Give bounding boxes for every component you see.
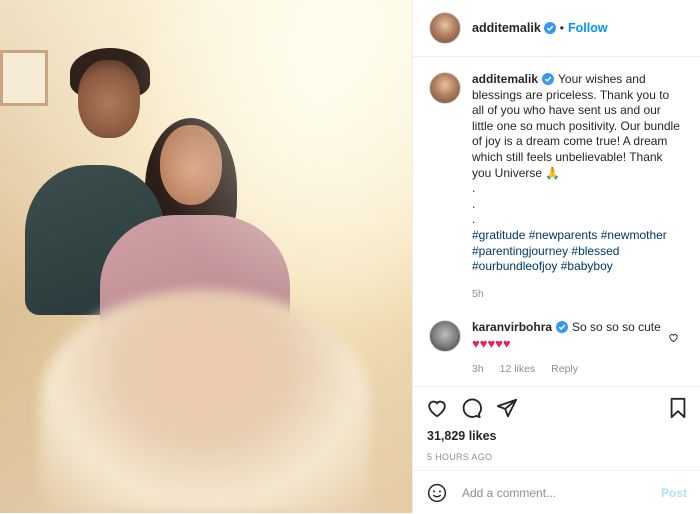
caption-avatar[interactable] — [429, 72, 461, 104]
comment-body: karanvirbohra So so so so cute ♥♥♥♥♥ 3h 1… — [472, 320, 662, 377]
caption-username[interactable]: additemalik — [472, 72, 538, 86]
caption-body: additemalik Your wishes and blessings are… — [472, 72, 682, 302]
caption-dot: . — [472, 181, 476, 196]
post-side-panel: additemalik • Follow additemalik Your wis… — [412, 0, 700, 513]
likes-count[interactable]: 31,829 likes — [413, 429, 700, 443]
author-avatar[interactable] — [429, 12, 461, 44]
like-heart-icon[interactable] — [426, 397, 448, 419]
caption-dot: . — [472, 196, 476, 211]
instagram-post-modal: additemalik • Follow additemalik Your wis… — [0, 0, 700, 513]
action-icons — [413, 387, 700, 427]
comment-item: karanvirbohra So so so so cute ♥♥♥♥♥ 3h 1… — [413, 302, 700, 377]
follow-button[interactable]: Follow — [568, 21, 608, 35]
comments-list[interactable]: additemalik Your wishes and blessings are… — [413, 56, 700, 386]
header-separator: • — [559, 21, 564, 35]
emoji-icon[interactable] — [427, 483, 447, 503]
post-photo[interactable] — [0, 0, 412, 513]
share-paper-plane-icon[interactable] — [496, 397, 518, 419]
caption: additemalik Your wishes and blessings are… — [413, 56, 700, 302]
comment-hearts: ♥♥♥♥♥ — [472, 335, 511, 351]
reply-button[interactable]: Reply — [551, 363, 578, 375]
verified-badge-icon — [556, 321, 569, 334]
caption-time[interactable]: 5h — [472, 287, 682, 303]
post-actions: 31,829 likes 5 HOURS AGO — [413, 386, 700, 462]
add-comment-bar: Post — [413, 470, 700, 514]
comment-bubble-icon[interactable] — [460, 397, 482, 419]
save-bookmark-icon[interactable] — [667, 397, 689, 419]
commenter-avatar[interactable] — [429, 320, 461, 353]
caption-dot: . — [472, 212, 476, 227]
author-username[interactable]: additemalik — [472, 21, 541, 35]
caption-hashtags[interactable]: #gratitude #newparents #newmother #paren… — [472, 228, 667, 273]
comment-meta: 3h 12 likes Reply — [472, 362, 662, 378]
comment-input[interactable] — [460, 484, 644, 501]
verified-badge-icon — [543, 22, 556, 34]
comment-likes[interactable]: 12 likes — [500, 363, 536, 375]
commenter-username[interactable]: karanvirbohra — [472, 320, 552, 334]
verified-badge-icon — [542, 73, 555, 85]
comment-like-heart-icon[interactable] — [668, 332, 679, 343]
post-header: additemalik • Follow — [413, 0, 700, 57]
post-timestamp[interactable]: 5 HOURS AGO — [413, 452, 700, 462]
comment-time[interactable]: 3h — [472, 363, 484, 375]
comment-text: So so so so cute — [572, 320, 661, 335]
post-comment-button[interactable]: Post — [661, 486, 687, 500]
caption-text: Your wishes and blessings are priceless.… — [472, 72, 680, 180]
photo-light-haze — [0, 0, 412, 513]
